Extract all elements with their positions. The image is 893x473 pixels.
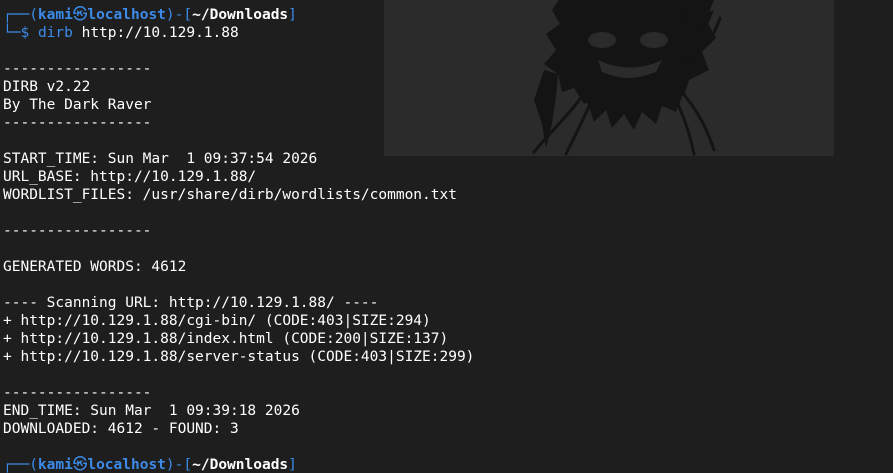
result-line: + http://10.129.1.88/server-status (CODE…	[3, 349, 475, 365]
end-time: END_TIME: Sun Mar 1 09:39:18 2026	[3, 403, 300, 419]
prompt-corner-top: ┌──(	[3, 7, 38, 23]
prompt-separator: )-[	[165, 7, 193, 23]
separator-line: -----------------	[3, 115, 152, 131]
wordlist-files: WORDLIST_FILES: /usr/share/dirb/wordlist…	[3, 187, 457, 203]
downloaded-summary: DOWNLOADED: 4612 - FOUND: 3	[3, 421, 239, 437]
separator-line: -----------------	[3, 385, 152, 401]
dirb-version: DIRB v2.22	[3, 79, 91, 95]
prompt-line: ┌──(kami㉿localhost)-[~/Downloads]	[3, 456, 893, 473]
prompt-host: localhost	[87, 457, 166, 473]
prompt-separator: )-[	[165, 457, 193, 473]
prompt-cwd: ~/Downloads	[192, 457, 289, 473]
prompt-line: ┌──(kami㉿localhost)-[~/Downloads]	[3, 6, 893, 24]
command-name: dirb	[37, 25, 73, 41]
command-line: └─$ dirb http://10.129.1.88	[3, 24, 893, 42]
prompt-user: kami	[37, 7, 73, 23]
result-line: + http://10.129.1.88/cgi-bin/ (CODE:403|…	[3, 313, 431, 329]
dirb-author: By The Dark Raver	[3, 97, 152, 113]
terminal-window[interactable]: ┌──(kami㉿localhost)-[~/Downloads] └─$ di…	[0, 0, 893, 473]
skull-icon: ㉿	[72, 457, 88, 473]
generated-words: GENERATED WORDS: 4612	[3, 259, 187, 275]
url-base: URL_BASE: http://10.129.1.88/	[3, 169, 257, 185]
prompt-close: ]	[288, 7, 297, 23]
prompt-corner-top: ┌──(	[3, 457, 38, 473]
prompt-host: localhost	[87, 7, 166, 23]
terminal-output: ┌──(kami㉿localhost)-[~/Downloads] └─$ di…	[3, 6, 893, 473]
result-line: + http://10.129.1.88/index.html (CODE:20…	[3, 331, 449, 347]
command-arg: http://10.129.1.88	[72, 25, 239, 41]
separator-line: -----------------	[3, 223, 152, 239]
start-time: START_TIME: Sun Mar 1 09:37:54 2026	[3, 151, 318, 167]
prompt-cwd: ~/Downloads	[192, 7, 289, 23]
prompt-user: kami	[37, 457, 73, 473]
separator-line: -----------------	[3, 61, 152, 77]
prompt-dollar: $	[20, 25, 38, 41]
prompt-corner-bottom: └─	[3, 25, 21, 41]
prompt-close: ]	[288, 457, 297, 473]
scanning-url: ---- Scanning URL: http://10.129.1.88/ -…	[3, 295, 379, 311]
skull-icon: ㉿	[72, 7, 88, 23]
